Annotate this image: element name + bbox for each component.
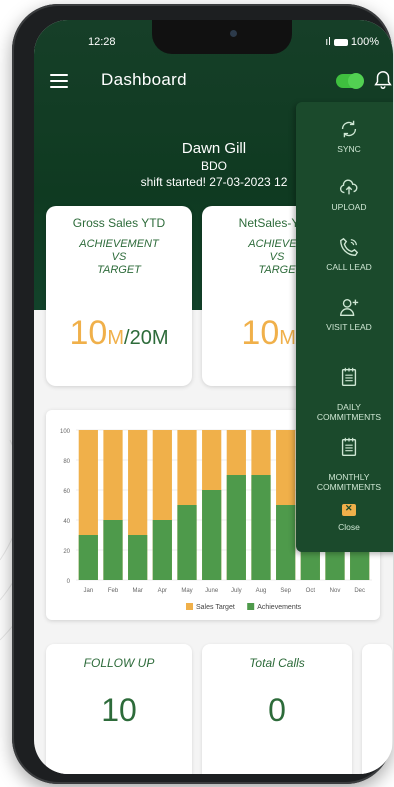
app-bar: Dashboard bbox=[34, 64, 393, 104]
menu-item-label: VISIT LEAD bbox=[326, 322, 372, 332]
menu-item-label: UPLOAD bbox=[331, 202, 367, 212]
calendar-icon bbox=[341, 367, 357, 386]
card-value: 10 bbox=[101, 692, 137, 728]
side-menu-item-upload[interactable]: UPLOAD bbox=[296, 176, 393, 212]
side-menu-item-daily-commitments[interactable]: DAILY COMMITMENTS bbox=[296, 356, 393, 422]
y-tick-label: 100 bbox=[60, 429, 71, 435]
shift-status: shift started! 27-03-2023 12 bbox=[140, 175, 288, 189]
bar-achievement bbox=[103, 520, 123, 580]
side-menu-item-monthly-commitments[interactable]: MONTHLY COMMITMENTS bbox=[296, 426, 393, 492]
x-tick-label: Sep bbox=[280, 588, 291, 594]
phone-notch bbox=[152, 20, 292, 54]
menu-item-label: Close bbox=[338, 522, 360, 532]
menu-item-label: SYNC bbox=[337, 144, 361, 154]
sync-icon bbox=[341, 120, 357, 138]
side-menu-item-sync[interactable]: SYNC bbox=[296, 118, 393, 154]
bell-icon[interactable] bbox=[372, 68, 393, 92]
battery-level: 100% bbox=[350, 36, 379, 48]
legend-swatch bbox=[247, 603, 255, 610]
x-tick-label: Jan bbox=[83, 588, 93, 594]
add-user-icon bbox=[340, 298, 359, 316]
battery-icon bbox=[333, 38, 348, 46]
side-menu-item-call-lead[interactable]: CALL LEAD bbox=[296, 236, 393, 272]
x-tick-label: Mar bbox=[132, 588, 142, 594]
card-title: Total Calls bbox=[249, 656, 305, 670]
bar-achievement bbox=[177, 505, 197, 580]
user-role: BDO bbox=[200, 159, 227, 173]
x-tick-label: Feb bbox=[108, 588, 119, 594]
bar-achievement bbox=[152, 520, 172, 580]
online-toggle[interactable] bbox=[336, 73, 364, 89]
x-tick-label: Apr bbox=[158, 588, 167, 594]
legend-label: Sales Target bbox=[196, 604, 235, 611]
bar-achievement bbox=[276, 505, 296, 580]
card-title: Gross Sales YTD bbox=[72, 216, 166, 230]
app-screen: 12:28 ıl 100% Dashboard Dawn Gill BDO sh… bbox=[34, 20, 393, 774]
phone-frame: 12:28 ıl 100% Dashboard Dawn Gill BDO sh… bbox=[12, 4, 393, 784]
status-time: 12:28 bbox=[88, 36, 116, 48]
card-value: 0 bbox=[268, 692, 286, 728]
extra-card[interactable] bbox=[362, 644, 392, 774]
follow-up-card[interactable]: FOLLOW UP 10 bbox=[46, 644, 192, 774]
x-tick-label: May bbox=[181, 588, 192, 594]
x-tick-label: Dec bbox=[354, 588, 365, 594]
x-tick-label: June bbox=[205, 588, 219, 594]
x-tick-label: Nov bbox=[330, 588, 341, 594]
cloud-upload-icon bbox=[339, 179, 358, 195]
legend-swatch bbox=[186, 603, 193, 610]
y-tick-label: 0 bbox=[67, 579, 71, 585]
x-tick-label: Aug bbox=[256, 588, 267, 594]
total-calls-card[interactable]: Total Calls 0 bbox=[202, 644, 352, 774]
camera-icon bbox=[230, 30, 237, 37]
y-tick-label: 80 bbox=[63, 459, 70, 465]
card-subtitle: ACHIEVEMENT VS TARGET bbox=[79, 238, 159, 276]
x-tick-label: Oct bbox=[306, 588, 316, 594]
menu-item-label: CALL LEAD bbox=[326, 262, 372, 272]
side-menu-item-visit-lead[interactable]: VISIT LEAD bbox=[296, 296, 393, 332]
bar-achievement bbox=[251, 475, 271, 580]
x-tick-label: July bbox=[231, 588, 242, 594]
y-tick-label: 40 bbox=[63, 519, 70, 525]
bar-achievement bbox=[78, 535, 98, 580]
signal-icon: ıl bbox=[325, 36, 334, 48]
side-menu: SYNC UPLOAD CALL LEAD VISIT LEAD DAILY C… bbox=[296, 102, 393, 552]
bar-achievement bbox=[128, 535, 148, 580]
menu-item-label: MONTHLY COMMITMENTS bbox=[316, 472, 382, 492]
y-tick-label: 20 bbox=[63, 549, 70, 555]
phone-icon bbox=[340, 237, 359, 256]
bar-achievement bbox=[202, 490, 222, 580]
battery-indicator: ıl 100% bbox=[325, 36, 379, 48]
card-value: 10M/20M bbox=[69, 314, 169, 352]
close-icon bbox=[342, 503, 356, 516]
legend-label: Achievements bbox=[257, 604, 301, 611]
calendar-icon bbox=[341, 437, 357, 456]
card-title: FOLLOW UP bbox=[83, 656, 155, 670]
page-title: Dashboard bbox=[101, 70, 187, 89]
bar-achievement bbox=[226, 475, 246, 580]
gross-sales-card[interactable]: Gross Sales YTD ACHIEVEMENT VS TARGET 10… bbox=[46, 206, 192, 386]
side-menu-item-close[interactable]: Close bbox=[296, 503, 393, 532]
profile-block: Dawn Gill BDO shift started! 27-03-2023 … bbox=[104, 140, 324, 189]
y-tick-label: 60 bbox=[63, 489, 70, 495]
menu-item-label: DAILY COMMITMENTS bbox=[316, 402, 382, 422]
user-name: Dawn Gill bbox=[181, 140, 247, 157]
hamburger-menu-icon[interactable] bbox=[50, 74, 68, 88]
